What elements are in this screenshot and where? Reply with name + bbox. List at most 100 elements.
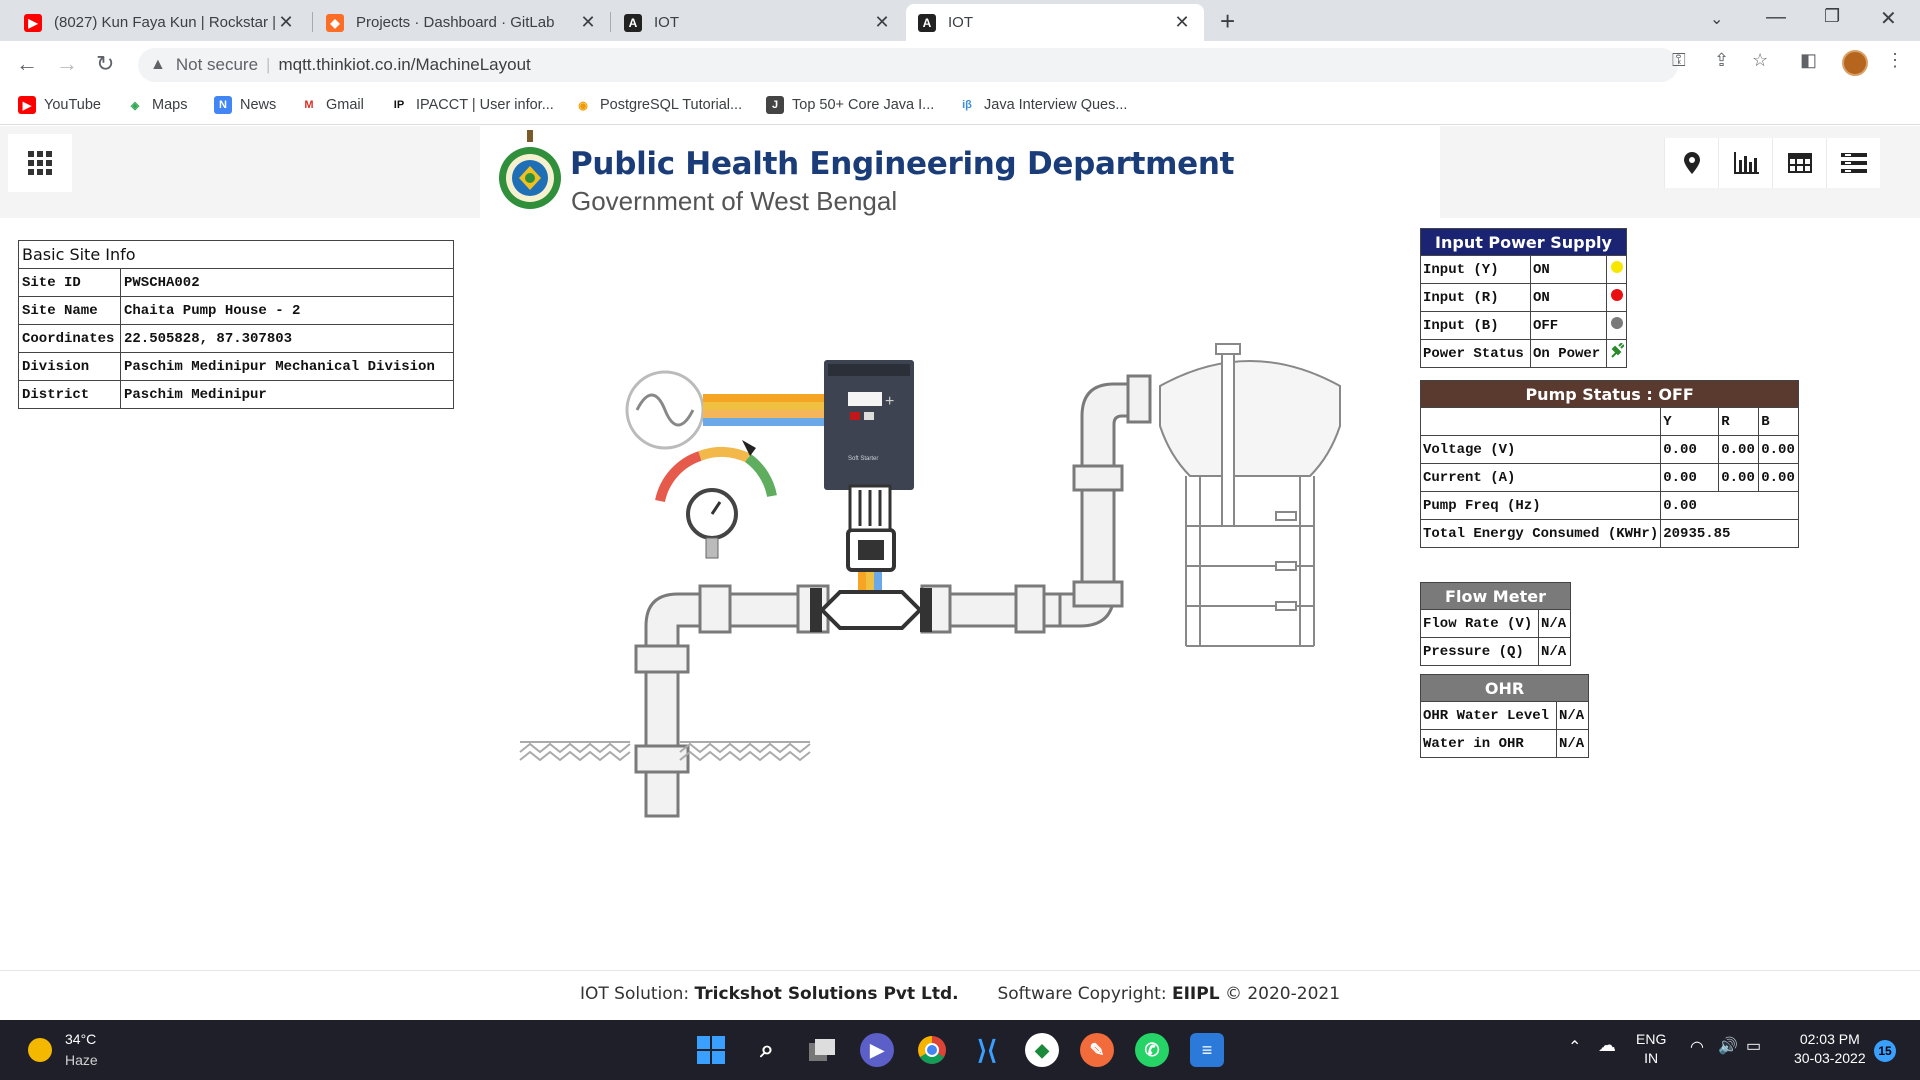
pump-value: 0.00 (1758, 435, 1800, 464)
pump-value: 0.00 (1718, 463, 1760, 492)
star-icon[interactable]: ☆ (1752, 50, 1768, 71)
side-panel-icon[interactable]: ◧ (1800, 50, 1817, 71)
notepad-icon[interactable]: ≡ (1190, 1033, 1224, 1067)
location-icon[interactable] (1664, 138, 1718, 188)
bookmark-youtube[interactable]: ▶ YouTube (18, 96, 101, 114)
browser-tab-iot[interactable]: A IOT ✕ (612, 4, 904, 41)
weather-temperature[interactable]: 34°C (65, 1031, 96, 1047)
bookmark-java[interactable]: J Top 50+ Core Java I... (766, 96, 934, 114)
site-info-value: Chaita Pump House - 2 (120, 296, 454, 325)
search-icon[interactable]: ⌕ (750, 1033, 784, 1067)
profile-avatar[interactable] (1842, 50, 1868, 76)
pump-value: 0.00 (1718, 435, 1760, 464)
security-label: Not secure (175, 55, 259, 74)
notification-badge[interactable]: 15 (1874, 1040, 1896, 1062)
onedrive-cloud-icon[interactable]: ☁ (1598, 1036, 1616, 1055)
pump-value: 0.00 (1660, 463, 1720, 492)
footer-copyright-company: EIIPL (1171, 984, 1220, 1004)
power-label: Power Status (1420, 339, 1531, 368)
bookmark-label: Java Interview Ques... (984, 97, 1128, 113)
forward-icon[interactable]: → (56, 51, 78, 77)
show-hidden-icons[interactable]: ⌃ (1568, 1038, 1581, 1057)
angular-icon: A (624, 13, 642, 32)
bookmark-label: Maps (152, 97, 188, 113)
bookmark-news[interactable]: N News (214, 96, 276, 114)
whatsapp-icon[interactable]: ✆ (1135, 1033, 1169, 1067)
soft-starter-icon: + Soft Starter (824, 360, 914, 490)
bar-chart-icon[interactable] (1718, 138, 1772, 188)
share-icon[interactable]: ⇪ (1714, 50, 1729, 71)
app-menu-button[interactable] (8, 134, 72, 192)
flow-meter-heading: Flow Meter (1420, 582, 1571, 610)
bookmark-interviewbit[interactable]: iβ Java Interview Ques... (958, 96, 1127, 114)
wifi-icon[interactable]: ◠ (1690, 1038, 1704, 1057)
windows-start-icon[interactable] (694, 1033, 728, 1067)
table-row: Division Paschim Medinipur Mechanical Div… (18, 352, 454, 381)
restore-icon[interactable]: ❐ (1824, 6, 1840, 27)
status-indicator-grey (1610, 317, 1623, 329)
postman-icon[interactable]: ✎ (1080, 1033, 1114, 1067)
table-row: Input (B) OFF (1420, 311, 1627, 340)
list-view-icon[interactable] (1826, 138, 1880, 188)
language-code: ENG (1636, 1031, 1667, 1047)
bookmark-gmail[interactable]: M Gmail (300, 96, 363, 114)
window-close-icon[interactable]: ✕ (1880, 6, 1897, 31)
site-info-label: Coordinates (18, 324, 121, 353)
reload-icon[interactable]: ↻ (96, 51, 114, 77)
language-indicator[interactable]: ENG IN (1636, 1030, 1666, 1068)
browser-tab-gitlab[interactable]: ◆ Projects · Dashboard · GitLab ✕ (314, 4, 610, 41)
more-menu-icon[interactable]: ⋮ (1886, 50, 1904, 71)
table-icon[interactable] (1772, 138, 1826, 188)
indicator-cell (1606, 283, 1627, 312)
phase-header: B (1758, 407, 1800, 436)
bookmark-label: YouTube (44, 97, 101, 113)
teams-chat-icon[interactable]: ▶ (860, 1033, 894, 1067)
table-row: Total Energy Consumed (KWHr) 20935.85 (1419, 519, 1800, 548)
site-info-value: Paschim Medinipur (120, 380, 454, 409)
browser-tab-youtube[interactable]: ▶ (8027) Kun Faya Kun | Rockstar | R ✕ (12, 4, 308, 41)
table-row: Current (A) 0.00 0.00 0.00 (1419, 463, 1800, 492)
grid-menu-icon (28, 151, 52, 175)
footer-iot-prefix: IOT Solution: (579, 984, 690, 1004)
power-value: ON (1530, 255, 1607, 284)
pump-value: 0.00 (1758, 463, 1800, 492)
tab-title: (8027) Kun Faya Kun | Rockstar | R (54, 14, 276, 31)
battery-icon[interactable]: ▭ (1746, 1037, 1761, 1056)
close-tab-icon[interactable]: ✕ (578, 12, 598, 33)
vscode-icon[interactable]: ⟩⟨ (970, 1033, 1004, 1067)
minimize-icon[interactable]: — (1766, 6, 1786, 29)
bookmark-postgresql[interactable]: ◉ PostgreSQL Tutorial... (574, 96, 742, 114)
key-icon[interactable]: ⚿ (1672, 50, 1686, 71)
bookmark-label: PostgreSQL Tutorial... (600, 97, 743, 113)
machine-layout-page: Public Health Engineering Department Gov… (0, 126, 1920, 1019)
back-icon[interactable]: ← (16, 51, 38, 77)
mongodb-compass-icon[interactable]: ◆ (1025, 1033, 1059, 1067)
bookmark-maps[interactable]: ◈ Maps (126, 96, 188, 114)
weather-sun-icon[interactable] (28, 1038, 52, 1062)
close-tab-icon[interactable]: ✕ (1172, 12, 1192, 33)
address-bar[interactable]: ▲ Not secure | mqtt.thinkiot.co.in/Machi… (138, 48, 1678, 82)
pump-value: 20935.85 (1660, 519, 1800, 548)
chrome-icon[interactable] (915, 1033, 949, 1067)
clock[interactable]: 02:03 PM 30-03-2022 (1794, 1030, 1866, 1068)
table-row: Voltage (V) 0.00 0.00 0.00 (1419, 435, 1800, 464)
task-view-icon[interactable] (805, 1033, 839, 1067)
new-tab-icon[interactable]: + (1220, 6, 1235, 37)
bookmark-ipacct[interactable]: IP IPACCT | User infor... (390, 96, 554, 114)
table-row: Input (Y) ON (1420, 255, 1627, 284)
close-tab-icon[interactable]: ✕ (872, 12, 892, 33)
weather-condition[interactable]: Haze (65, 1052, 98, 1068)
region-code: IN (1644, 1050, 1659, 1066)
volume-icon[interactable]: 🔊 (1718, 1037, 1738, 1056)
tab-search-icon[interactable]: ⌄ (1710, 9, 1723, 29)
indicator-cell (1606, 311, 1627, 340)
browser-tab-iot-active[interactable]: A IOT ✕ (906, 4, 1204, 41)
phase-header: Y (1660, 407, 1720, 436)
postgresql-icon: ◉ (578, 99, 588, 112)
table-row: Y R B (1419, 407, 1800, 436)
pump-status-heading: Pump Status : OFF (1419, 380, 1800, 408)
overhead-tank-icon (1159, 343, 1341, 647)
ipacct-icon: IP (393, 99, 405, 111)
close-tab-icon[interactable]: ✕ (276, 12, 296, 33)
table-row: Power Status On Power (1420, 339, 1627, 368)
